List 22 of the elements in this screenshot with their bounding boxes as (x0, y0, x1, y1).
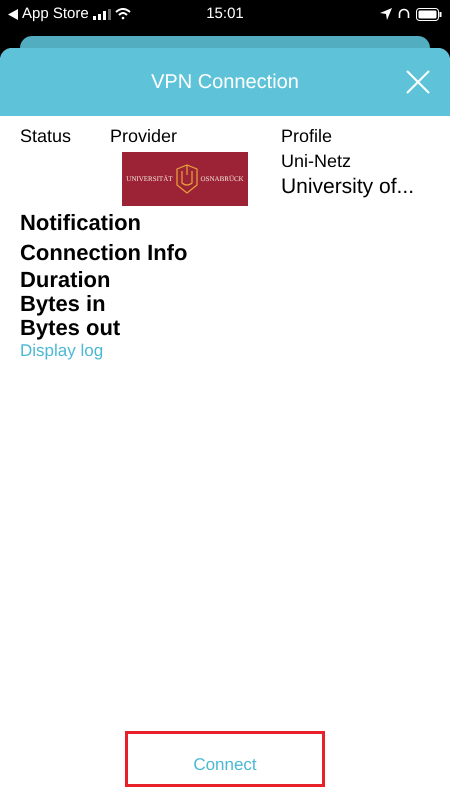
location-icon (380, 8, 392, 20)
connect-button[interactable]: Connect (125, 731, 325, 787)
shield-icon (174, 163, 200, 195)
column-label: Provider (110, 125, 178, 148)
column-label: Profile (281, 125, 334, 148)
wifi-icon (114, 8, 131, 20)
section-heading: Connection Info (20, 239, 188, 267)
info-label: Duration (20, 268, 112, 292)
back-arrow-icon[interactable] (8, 8, 18, 20)
profile-name: Uni-Netz (281, 150, 352, 173)
clock: 15:01 (205, 4, 245, 24)
info-label: Bytes in (20, 292, 107, 316)
back-label[interactable]: App Store (22, 2, 89, 26)
battery-icon (416, 8, 442, 20)
signal-icon (92, 8, 111, 20)
sheet-title: VPN Connection (150, 70, 300, 95)
section-heading: Notification (20, 209, 142, 237)
column-label: Status (20, 126, 72, 146)
profile-description: University of... (281, 174, 414, 200)
headphones-icon (398, 8, 410, 20)
display-log-link[interactable]: Display log (20, 340, 430, 362)
info-label: Bytes out (20, 316, 122, 340)
